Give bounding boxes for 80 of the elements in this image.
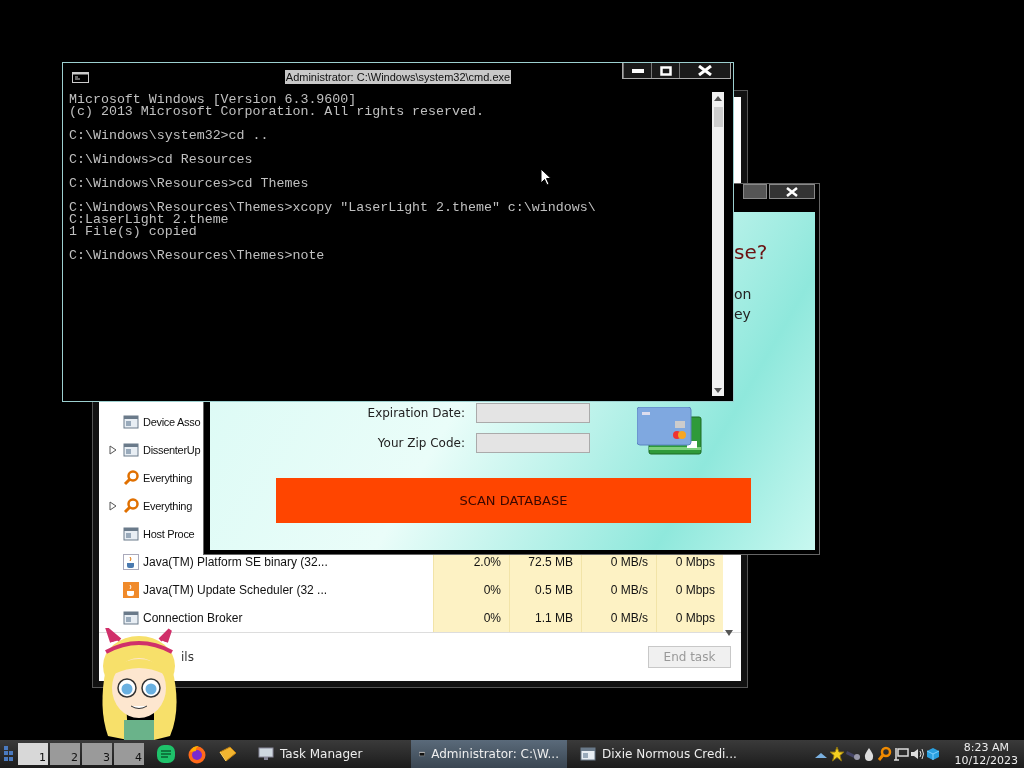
close-button[interactable] [679, 63, 730, 78]
speaker-icon[interactable] [908, 746, 925, 762]
console-line: C:\Windows\Resources\Themes>note [69, 250, 326, 262]
console-line: C:\Windows\Resources>cd Themes [69, 178, 310, 190]
fox-globe-icon[interactable] [187, 744, 207, 764]
window-icon [123, 526, 139, 542]
cube-icon[interactable] [924, 746, 941, 762]
fewer-details-link[interactable]: ils [181, 650, 194, 664]
workspace-button[interactable]: 1 [18, 743, 48, 765]
console-line: C:\Windows>cd Resources [69, 154, 254, 166]
table-cell: 0 Mbps [656, 604, 723, 632]
process-name: Everything [143, 500, 193, 512]
process-name: DissenterUp [143, 444, 202, 456]
mouse-cursor-icon [540, 168, 552, 186]
chat-bubble-icon[interactable] [156, 744, 176, 764]
console-line: C:\Windows\system32>cd .. [69, 130, 270, 142]
star-icon[interactable] [828, 746, 845, 762]
coffee-cup-icon [123, 582, 139, 598]
scroll-down-arrow-icon[interactable] [714, 388, 722, 393]
console-line: (c) 2013 Microsoft Corporation. All rights reserved. [69, 106, 485, 118]
close-icon [786, 186, 798, 197]
scrollbar[interactable] [712, 92, 724, 396]
process-name: Everything [143, 472, 193, 484]
scroll-up-arrow-icon[interactable] [714, 96, 722, 101]
window-title: Administrator: C:\Windows\system32\cmd.exe [284, 70, 512, 84]
clock-time[interactable]: 8:23 AM [963, 741, 1009, 754]
process-name: Host Proce [143, 528, 196, 540]
table-cell: 0 Mbps [656, 576, 723, 604]
box-icon[interactable] [218, 744, 238, 764]
minimize-button[interactable] [623, 63, 651, 78]
network-icon[interactable] [892, 746, 909, 762]
table-cell: 0% [433, 576, 509, 604]
taskbar-button[interactable]: Task Manager [250, 740, 406, 768]
coffee-cup-icon [123, 554, 139, 570]
process-name: Java(TM) Update Scheduler (32 ... [143, 583, 329, 597]
credit-cards-icon [637, 407, 703, 455]
workspace-button[interactable]: 2 [50, 743, 80, 765]
process-name: Connection Broker [143, 611, 244, 625]
process-name: Device Asso [143, 416, 202, 428]
dialog-text: on [734, 286, 752, 302]
table-cell: 0.5 MB [509, 576, 581, 604]
taskbar-button[interactable]: Dixie Normous Credi... [572, 740, 745, 768]
dialog-heading: se? [734, 240, 768, 264]
console-line: Microsoft Windows [Version 6.3.9600] [69, 94, 358, 106]
table-cell: 0 MB/s [581, 576, 656, 604]
table-cell: 1.1 MB [509, 604, 581, 632]
input-field[interactable] [476, 403, 590, 423]
window-icon [123, 442, 139, 458]
workspace-button[interactable]: 3 [82, 743, 112, 765]
menu-icon[interactable] [4, 746, 14, 762]
close-button[interactable] [769, 184, 815, 199]
magnifier-icon [123, 498, 139, 514]
dialog-text: ey [734, 306, 751, 322]
magnifier-icon [123, 470, 139, 486]
expand-arrow-icon[interactable] [109, 445, 117, 455]
minimize-icon [631, 68, 644, 73]
window-icon [123, 610, 139, 626]
process-name: Java(TM) Platform SE binary (32... [143, 555, 329, 569]
maximize-icon [659, 65, 672, 76]
console-line: 1 File(s) copied [69, 226, 198, 238]
expand-arrow-icon[interactable] [109, 501, 117, 511]
window-icon [123, 414, 139, 430]
monitor-icon [258, 746, 274, 762]
search-icon[interactable] [876, 746, 893, 762]
scan-database-button[interactable]: SCAN DATABASE [276, 478, 751, 523]
window-icon [580, 746, 596, 762]
table-cell: 0 MB/s [581, 604, 656, 632]
input-field[interactable] [476, 433, 590, 453]
close-icon [698, 65, 712, 76]
console-line: C:\Windows\Resources\Themes>xcopy "LaserLight 2.theme" c:\windows\ [69, 202, 597, 214]
table-cell: 0% [433, 604, 509, 632]
clock-date[interactable]: 10/12/2023 [954, 754, 1018, 767]
maximize-button[interactable] [651, 63, 679, 78]
taskbar-button[interactable]: Administrator: C:\W... [411, 740, 567, 768]
scrollbar-thumb[interactable] [713, 107, 723, 127]
scroll-down-arrow-icon[interactable] [725, 630, 733, 636]
console-line: C:LaserLight 2.theme [69, 214, 229, 226]
field-label: Your Zip Code: [376, 435, 465, 452]
workspace-button[interactable]: 4 [114, 743, 144, 765]
field-label: Expiration Date: [366, 405, 465, 422]
